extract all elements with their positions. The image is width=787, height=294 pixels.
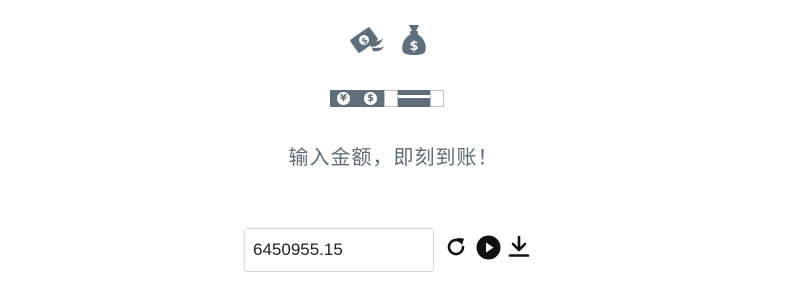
- top-icon-group: $ $: [346, 22, 430, 58]
- download-button[interactable]: [506, 234, 532, 260]
- dollar-symbol: $: [364, 92, 377, 105]
- refresh-icon: [447, 238, 465, 256]
- dollar-coin-icon: $: [357, 90, 384, 107]
- payment-methods-strip: ¥ $: [330, 90, 444, 107]
- money-with-wings-icon: $: [350, 27, 384, 53]
- tagline: 输入金额，即刻到账！: [288, 145, 499, 169]
- play-button[interactable]: [475, 234, 501, 260]
- refresh-button[interactable]: [443, 234, 469, 260]
- blank-slot: [430, 90, 444, 107]
- money-bag-icon: $: [402, 25, 426, 55]
- card-stripe: [398, 95, 430, 98]
- page: $ $ ¥ $ 输入金额，即刻到账！: [0, 0, 787, 294]
- download-icon: [508, 235, 530, 257]
- yen-coin-icon: ¥: [330, 90, 357, 107]
- amount-input[interactable]: [244, 228, 434, 272]
- blank-slot: [384, 90, 398, 107]
- play-circle-icon: [476, 235, 500, 259]
- svg-text:$: $: [409, 39, 418, 54]
- credit-card-icon: [398, 90, 430, 107]
- yen-symbol: ¥: [337, 92, 350, 105]
